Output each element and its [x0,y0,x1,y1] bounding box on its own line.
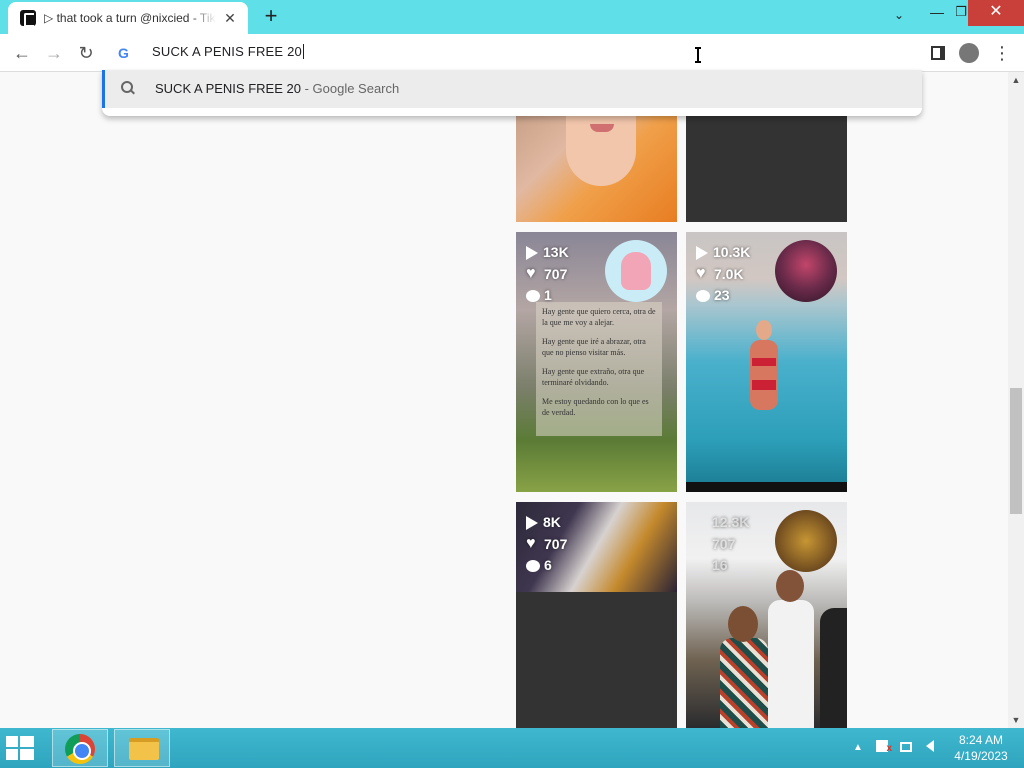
comment-icon [696,289,710,302]
creator-avatar[interactable] [775,240,837,302]
page-scrollbar[interactable]: ▲ ▼ [1008,72,1024,728]
suggestion-source: Google Search [312,81,400,96]
forward-arrow-icon[interactable]: → [40,40,68,66]
video-stats: 13K 707 1 [526,242,569,307]
chrome-icon [65,734,95,764]
like-count: 707 [544,265,568,282]
dinosaur-icon [621,252,651,290]
window-close-button[interactable]: ✕ [968,0,1024,26]
heart-icon [526,533,540,555]
kebab-menu-icon[interactable]: ⋮ [992,40,1012,66]
suggestion-text: SUCK A PENIS FREE 20 - Google Search [155,81,399,96]
like-count: 707 [712,535,736,552]
heart-icon [526,263,540,285]
comment-count: 16 [712,557,728,573]
poem-line: Hay gente que extraño, otra que terminar… [542,367,645,387]
view-count: 13K [543,244,569,260]
video-thumbnail[interactable]: 10.3K 7.0K 23 [686,232,847,492]
video-thumbnail[interactable]: Hay gente que quiero cerca, otra de la q… [516,232,677,492]
comment-count: 1 [544,287,552,303]
thumbnail-person [820,608,847,728]
tab-strip: ▷ that took a turn @nixcied - TikTok ✕ +… [0,0,1024,34]
address-bar[interactable]: G SUCK A PENIS FREE 20 [104,38,920,68]
video-stats: 8K 707 6 [526,512,567,577]
person-body [750,340,778,410]
video-stats: 12.3K 707 16 [712,512,749,577]
comment-count: 23 [714,287,730,303]
google-icon: G [118,45,129,61]
reload-icon[interactable]: ↻ [72,40,100,66]
show-hidden-icons-icon[interactable]: ▲ [850,740,866,756]
browser-toolbar: ← → ↻ G SUCK A PENIS FREE 20 ⋮ [0,34,1024,72]
like-count: 7.0K [714,265,744,282]
browser-tab[interactable]: ▷ that took a turn @nixcied - TikTok ✕ [8,2,248,34]
creator-avatar[interactable] [605,240,667,302]
poem-text-block: Hay gente que quiero cerca, otra de la q… [536,302,662,436]
swimsuit-bottom [752,380,776,390]
person-head [776,570,804,602]
new-tab-button[interactable]: + [258,4,284,30]
video-thumbnail[interactable] [686,116,847,222]
play-icon [526,515,538,530]
person-body [720,638,768,728]
omnibox-suggestions-dropdown: SUCK A PENIS FREE 20 - Google Search [102,70,922,116]
folder-icon [129,738,159,760]
taskbar-clock[interactable]: 8:24 AM 4/19/2023 [948,732,1014,764]
tiktok-favicon-icon [20,10,36,27]
side-panel-icon[interactable] [928,40,948,66]
person-head [728,606,758,642]
tab-search-chevron-down-icon[interactable]: ⌄ [889,8,909,26]
thumbnail-bottom-bar [686,482,847,492]
suggestion-query: SUCK A PENIS FREE 20 [155,81,301,96]
page-content: Hay gente que quiero cerca, otra de la q… [0,72,1008,728]
heart-icon [696,263,710,285]
thumbnail-person [744,320,784,430]
scrollbar-thumb[interactable] [1010,388,1022,514]
back-arrow-icon[interactable]: ← [8,40,36,66]
text-cursor-icon [695,47,701,63]
clock-date: 4/19/2023 [954,749,1008,763]
poem-line: Hay gente que quiero cerca, otra de la q… [542,307,656,327]
volume-muted-icon[interactable] [922,740,938,756]
comment-count: 6 [544,557,552,573]
swimsuit-top [752,358,776,366]
action-center-flag-icon[interactable] [874,740,892,757]
profile-avatar-icon[interactable] [958,40,980,66]
suggestion-separator: - [300,81,313,96]
search-suggestion[interactable]: SUCK A PENIS FREE 20 - Google Search [102,70,922,108]
view-count: 8K [543,514,561,530]
poem-line: Hay gente que iré a abrazar, otra que no… [542,337,646,357]
video-thumbnail[interactable]: 12.3K 707 16 [686,502,847,728]
view-count: 12.3K [712,514,750,530]
tab-title: ▷ that took a turn @nixcied - TikTok [44,11,216,25]
taskbar-file-explorer-button[interactable] [114,729,170,767]
taskbar-chrome-button[interactable] [52,729,108,767]
tab-close-icon[interactable]: ✕ [222,10,238,26]
scroll-up-arrow-icon[interactable]: ▲ [1008,72,1024,88]
thumbnail-person [720,606,768,728]
like-count: 707 [544,535,568,552]
play-icon [696,245,708,260]
play-icon [526,245,538,260]
thumbnail-person [768,570,814,728]
address-input[interactable]: SUCK A PENIS FREE 20 [152,44,304,59]
video-stats: 10.3K 7.0K 23 [696,242,750,307]
poem-line: Me estoy quedando con lo que es de verda… [542,397,649,417]
person-body [768,600,814,728]
video-thumbnail[interactable] [516,116,677,222]
person-head [756,320,772,340]
creator-avatar[interactable] [775,510,837,572]
windows-taskbar: ▲ 8:24 AM 4/19/2023 [0,728,1024,768]
clock-time: 8:24 AM [958,733,1004,747]
video-thumbnail[interactable]: 8K 707 6 [516,502,677,728]
comment-icon [526,289,540,302]
view-count: 10.3K [713,244,751,260]
network-icon[interactable] [898,740,914,756]
windows-start-icon[interactable] [6,736,40,762]
scroll-down-arrow-icon[interactable]: ▼ [1008,712,1024,728]
comment-icon [526,559,540,572]
search-icon [121,81,135,95]
